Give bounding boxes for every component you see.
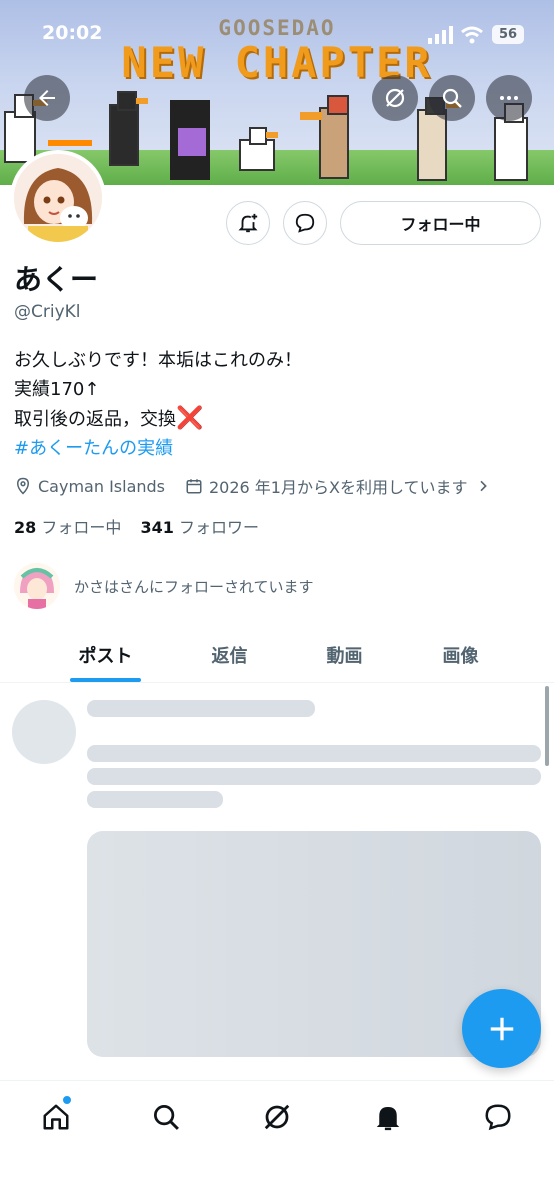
scrollbar[interactable] xyxy=(545,686,549,766)
following-button[interactable]: フォロー中 xyxy=(340,201,541,245)
avatar-illustration xyxy=(14,154,102,242)
calendar-icon xyxy=(186,479,202,494)
cross-mark-emoji: ❌ xyxy=(176,406,204,431)
tab-videos[interactable]: 動画 xyxy=(287,626,402,683)
signal-icon xyxy=(428,26,453,44)
skeleton-line xyxy=(87,791,223,808)
bio-line: お久しぶりです！本垢はこれのみ！ xyxy=(14,350,302,371)
status-time: 20:02 xyxy=(42,22,103,44)
search-icon xyxy=(154,1105,179,1130)
active-tab-indicator xyxy=(70,678,141,682)
location-pin-icon xyxy=(16,477,30,495)
skeleton-avatar xyxy=(12,700,76,764)
more-icon xyxy=(500,96,518,100)
grok-icon xyxy=(264,1104,290,1130)
profile-meta: Cayman Islands 2026 年1月からXを利用しています xyxy=(14,474,497,498)
following-link[interactable]: 28 フォロー中 xyxy=(14,518,121,537)
battery-indicator: 56 xyxy=(492,25,524,44)
tab-posts[interactable]: ポスト xyxy=(48,626,163,683)
profile-tabs: ポスト 返信 動画 画像 xyxy=(0,626,554,683)
followers-label: フォロワー xyxy=(178,518,259,537)
skeleton-line xyxy=(87,700,315,717)
nav-messages[interactable] xyxy=(476,1095,520,1139)
display-name: あくー xyxy=(14,263,99,296)
followed-by-row[interactable]: かさはさんにフォローされています xyxy=(14,563,314,609)
wifi-icon xyxy=(461,26,483,44)
profile-avatar[interactable] xyxy=(10,150,106,246)
nav-search[interactable] xyxy=(144,1095,188,1139)
location: Cayman Islands xyxy=(14,477,165,496)
skeleton-line xyxy=(87,768,541,785)
message-button[interactable] xyxy=(283,201,327,245)
status-bar: 20:02 56 xyxy=(0,0,554,60)
follower-avatar-illustration xyxy=(14,563,60,609)
followers-count: 341 xyxy=(140,518,174,537)
back-button[interactable] xyxy=(24,75,70,121)
search-icon xyxy=(442,88,462,108)
join-date-text: 2026 年1月からXを利用しています xyxy=(209,478,468,497)
followed-by-text: かさはさんにフォローされています xyxy=(74,577,314,596)
compose-button[interactable] xyxy=(462,989,541,1068)
bio-line: 実績170↑ xyxy=(14,379,100,400)
join-date[interactable]: 2026 年1月からXを利用しています xyxy=(185,474,497,498)
bio-line: 取引後の返品，交換❌ xyxy=(14,404,534,434)
more-button[interactable] xyxy=(486,75,532,121)
nav-notifications[interactable] xyxy=(366,1095,410,1139)
tab-replies[interactable]: 返信 xyxy=(172,626,287,683)
search-button[interactable] xyxy=(429,75,475,121)
followers-link[interactable]: 341 フォロワー xyxy=(140,518,259,537)
plus-icon xyxy=(490,1017,513,1040)
tab-images[interactable]: 画像 xyxy=(403,626,518,683)
profile-bio: お久しぶりです！本垢はこれのみ！ 実績170↑ 取引後の返品，交換❌ #あくーた… xyxy=(14,346,534,463)
grok-button[interactable] xyxy=(372,75,418,121)
follower-avatar xyxy=(14,563,60,609)
home-notification-dot xyxy=(62,1095,72,1105)
following-count: 28 xyxy=(14,518,37,537)
bottom-navigation xyxy=(0,1080,554,1199)
back-arrow-icon xyxy=(39,90,55,106)
nav-grok[interactable] xyxy=(255,1095,299,1139)
bell-plus-icon xyxy=(238,213,258,233)
bio-hashtag-link[interactable]: #あくーたんの実績 xyxy=(14,434,534,463)
following-label: フォロー中 xyxy=(41,518,122,537)
grok-icon xyxy=(385,88,405,108)
follow-counts: 28 フォロー中 341 フォロワー xyxy=(14,514,259,538)
skeleton-line xyxy=(87,745,541,762)
location-text: Cayman Islands xyxy=(38,476,165,496)
notifications-icon xyxy=(376,1107,400,1131)
chat-bubble-icon xyxy=(295,213,315,233)
home-icon xyxy=(43,1104,69,1130)
notify-button[interactable] xyxy=(226,201,270,245)
user-handle: @CriyKl xyxy=(14,302,81,322)
messages-icon xyxy=(485,1104,511,1131)
bio-line-text: 取引後の返品，交換 xyxy=(14,409,176,430)
chevron-right-icon xyxy=(480,480,488,492)
